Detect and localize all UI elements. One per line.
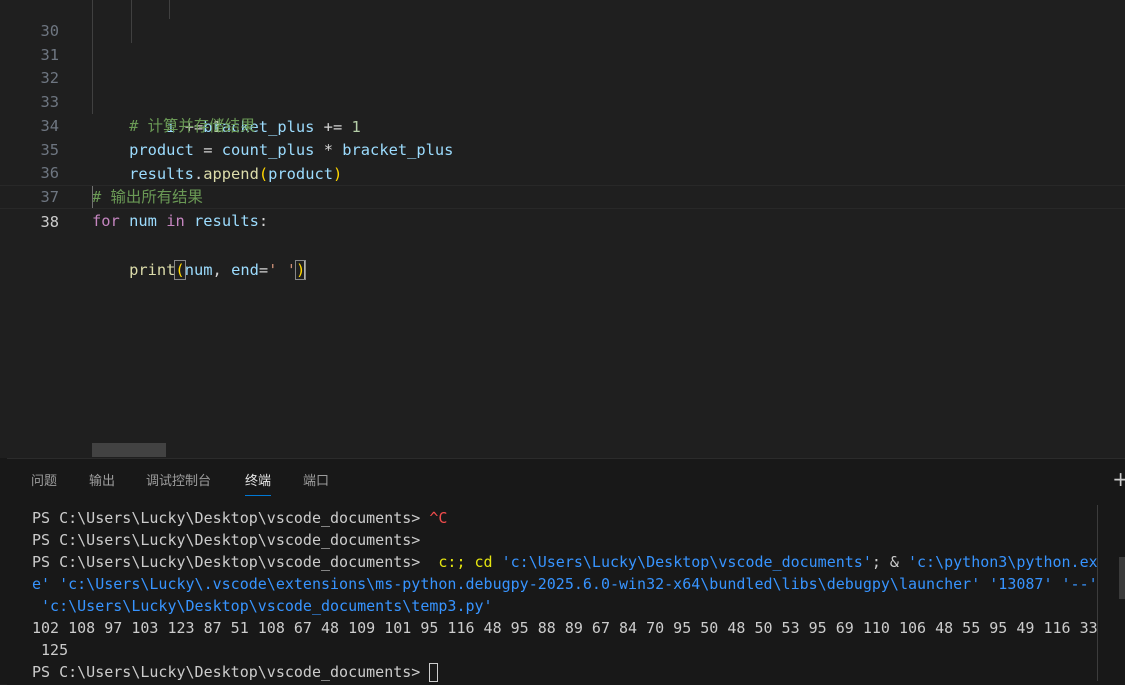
bottom-panel: 问题 输出 调试控制台 终端 端口 + PS C:\Users\Lucky\De… [7,458,1125,685]
panel-tabs: 问题 输出 调试控制台 终端 端口 + [7,459,1125,497]
indent-guide [169,0,170,19]
tab-output[interactable]: 输出 [89,470,115,495]
code-line-31[interactable]: 31 i += 1 [0,19,1125,136]
indent-guide [92,19,93,43]
terminal-line: PS C:\Users\Lucky\Desktop\vscode_documen… [32,509,448,527]
tab-problems[interactable]: 问题 [31,470,57,495]
terminal-scroll-track[interactable] [1097,505,1098,681]
terminal-output[interactable]: PS C:\Users\Lucky\Desktop\vscode_documen… [32,507,1098,683]
indent-guide [92,186,93,208]
terminal-line: 125 [32,641,69,659]
tab-ports[interactable]: 端口 [303,470,329,495]
code-text: for num in results: [92,212,269,230]
indent-guide [131,0,132,19]
code-editor[interactable]: 30 bracket_plus += 1 31 i += 1 32 # 计算并存… [0,0,1125,458]
horizontal-scrollbar[interactable] [92,443,166,457]
code-line-35[interactable]: 35 [0,114,1125,159]
text-cursor [304,261,307,280]
code-line-34[interactable]: 34 results.append(product) [0,90,1125,183]
code-line-32[interactable]: 32 # 计算并存储结果 [0,42,1125,135]
indent-guide [92,42,93,66]
terminal-line: e' 'c:\Users\Lucky\.vscode\extensions\ms… [32,575,1098,593]
tab-terminal[interactable]: 终端 [245,470,272,496]
line-number: 38 [40,213,59,231]
terminal-line: 102 108 97 103 123 87 51 108 67 48 109 1… [32,619,1098,637]
terminal-line: 'c:\Users\Lucky\Desktop\vscode_documents… [32,597,493,615]
indent-guide [92,66,93,90]
terminal-line: PS C:\Users\Lucky\Desktop\vscode_documen… [32,553,1098,571]
terminal-line: PS C:\Users\Lucky\Desktop\vscode_documen… [32,661,1096,683]
code-line-36[interactable]: 36 # 输出所有结果 [0,137,1125,206]
code-text: print(num, end=' ') [129,260,307,280]
indent-guide [92,90,93,114]
new-terminal-plus-icon[interactable]: + [1112,467,1125,491]
tab-debug-console[interactable]: 调试控制台 [146,470,211,495]
code-line-33[interactable]: 33 product = count_plus * bracket_plus [0,66,1125,159]
terminal-cursor [429,663,439,682]
indent-guide [92,0,93,19]
terminal-scroll-thumb[interactable] [1119,557,1125,599]
terminal-line: PS C:\Users\Lucky\Desktop\vscode_documen… [32,531,421,549]
code-line-30[interactable]: 30 bracket_plus += 1 [0,0,1125,136]
indent-guide [131,19,132,43]
code-line-37[interactable]: 37 for num in results: [0,161,1125,230]
code-line-38[interactable]: 38 print(num, end=' ') [0,185,1125,280]
